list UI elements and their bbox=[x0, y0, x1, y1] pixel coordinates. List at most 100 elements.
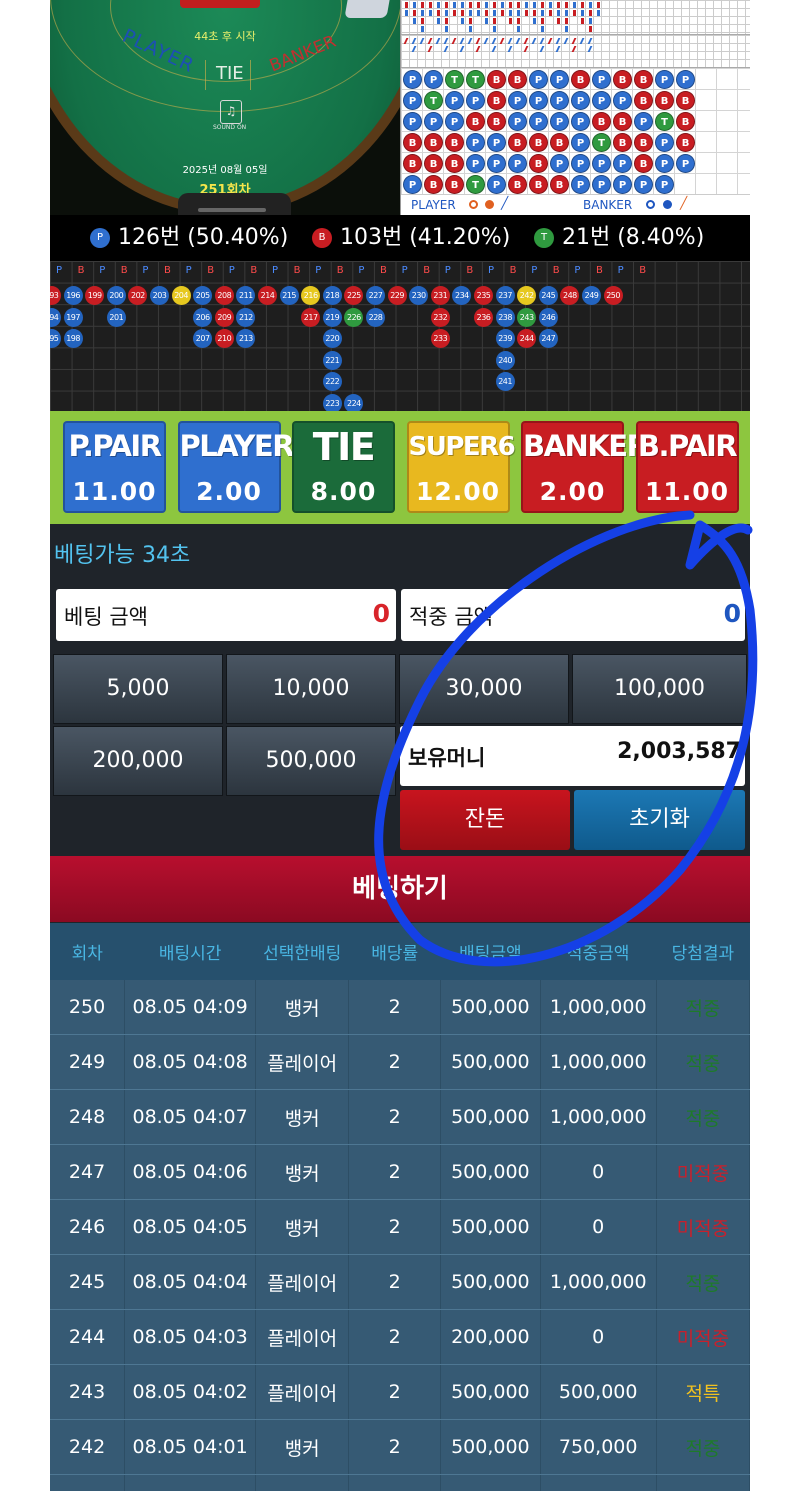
history-header-b: B bbox=[77, 265, 85, 276]
stat-player-text: 126번 (50.40%) bbox=[118, 225, 289, 250]
stat-tie-text: 21번 (8.40%) bbox=[562, 225, 705, 250]
history-round-cell: 201 bbox=[106, 307, 126, 327]
history-round-cell: 207 bbox=[193, 329, 213, 349]
cell-bet: 200,000 bbox=[440, 1309, 541, 1365]
history-round-cell: 200 bbox=[106, 286, 126, 305]
history-header-b: B bbox=[466, 265, 474, 276]
legend-banker-ring-icon bbox=[646, 200, 655, 209]
road-mark bbox=[509, 10, 512, 16]
bead-p: P bbox=[403, 70, 422, 89]
bet-tie-button[interactable]: TIE 8.00 bbox=[292, 421, 395, 513]
win-amount-label: 적중 금액 bbox=[409, 605, 493, 629]
reset-button[interactable]: 초기화 bbox=[574, 790, 745, 850]
road-mark bbox=[549, 2, 552, 8]
felt-divider bbox=[250, 60, 251, 90]
bead-p: P bbox=[571, 112, 590, 131]
history-round-cell: 215 bbox=[279, 286, 299, 305]
road-mark bbox=[437, 18, 440, 24]
bet-name: B.PAIR bbox=[637, 429, 738, 463]
road-mark bbox=[589, 18, 592, 24]
road-mark bbox=[485, 18, 488, 24]
cell-round: 249 bbox=[50, 1034, 126, 1090]
road-mark bbox=[541, 18, 544, 24]
cell-round: 246 bbox=[50, 1199, 126, 1255]
road-mark bbox=[493, 26, 496, 32]
change-button[interactable]: 잔돈 bbox=[400, 790, 570, 850]
road-mark bbox=[413, 10, 416, 16]
balance-value: 2,003,587 bbox=[617, 739, 741, 764]
table-header-row: 회차 배팅시간 선택한배팅 배당률 배팅금액 적중금액 당첨결과 bbox=[50, 923, 750, 980]
road-mark bbox=[571, 46, 577, 52]
chip-500000-button[interactable]: 500,000 bbox=[226, 726, 396, 796]
history-header-b: B bbox=[423, 265, 431, 276]
cell-win: 750,000 bbox=[540, 1419, 657, 1475]
bead-p: P bbox=[445, 112, 464, 131]
history-round-cell: 243 bbox=[517, 307, 537, 327]
history-header-b: B bbox=[509, 265, 517, 276]
table-date: 2025년 08월 05일 bbox=[182, 165, 268, 176]
bet-super6-button[interactable]: SUPER6 12.00 bbox=[406, 421, 516, 513]
bet-b-pair-button[interactable]: B.PAIR 11.00 bbox=[635, 421, 739, 513]
road-mark bbox=[493, 2, 496, 8]
bead-road: PPTTBBPPBPBBPPPTPPBPPPPPPBBBPPPBBPPPPBBP… bbox=[401, 68, 750, 194]
bead-t: T bbox=[445, 70, 464, 89]
cell-bet: 500,000 bbox=[440, 1199, 541, 1255]
bead-b: B bbox=[424, 133, 443, 152]
road-mark bbox=[573, 2, 576, 8]
cell-pick: 플레이어 bbox=[255, 1309, 350, 1365]
bet-options: P.PAIR 11.00 PLAYER 2.00 TIE 8.00 SUPER6 12.00 B… bbox=[50, 411, 750, 524]
history-round-cell: 248 bbox=[560, 286, 580, 305]
road-mark bbox=[485, 10, 488, 16]
bet-odds: 12.00 bbox=[415, 477, 501, 506]
sound-icon[interactable]: ♫ bbox=[220, 100, 242, 124]
history-round-cell: 228 bbox=[366, 307, 385, 327]
chip-100000-button[interactable]: 100,000 bbox=[572, 654, 747, 724]
chip-10000-button[interactable]: 10,000 bbox=[226, 654, 396, 724]
round-countdown: 44초 후 시작 bbox=[194, 30, 256, 43]
chip-200000-button[interactable]: 200,000 bbox=[53, 726, 223, 796]
road-mark bbox=[477, 2, 480, 8]
chip-5000-button[interactable]: 5,000 bbox=[53, 654, 223, 724]
history-round-cell: 195 bbox=[50, 329, 61, 349]
chip-30000-button[interactable]: 30,000 bbox=[399, 654, 569, 724]
road-mark bbox=[555, 46, 561, 52]
place-bet-button[interactable]: 베팅하기 bbox=[50, 856, 750, 922]
road-mark bbox=[411, 38, 417, 44]
history-round-cell: 236 bbox=[474, 307, 493, 327]
legend-player-line-icon: ╱ bbox=[501, 196, 509, 210]
bead-b: B bbox=[529, 154, 548, 173]
cell-result: 적중 bbox=[656, 1254, 750, 1310]
bet-player-button[interactable]: PLAYER 2.00 bbox=[177, 421, 295, 513]
road-mark bbox=[469, 2, 472, 8]
road-mark bbox=[411, 46, 417, 52]
banker-dot-icon: B bbox=[312, 228, 332, 248]
bead-p: P bbox=[613, 175, 632, 194]
column-header: 배팅시간 bbox=[124, 923, 256, 980]
history-round-cell: 216 bbox=[301, 286, 321, 305]
stat-player: P 126번 (50.40%) bbox=[90, 223, 288, 253]
cell-pick: 뱅커 bbox=[255, 1474, 350, 1491]
cell-round: 242 bbox=[50, 1419, 126, 1475]
cell-bet: 500,000 bbox=[440, 1419, 541, 1475]
history-header-b: B bbox=[380, 265, 387, 276]
road-mark bbox=[539, 46, 545, 52]
bead-b: B bbox=[508, 175, 527, 194]
cell-win: 1,000,000 bbox=[540, 1034, 657, 1090]
bet-p-pair-button[interactable]: P.PAIR 11.00 bbox=[63, 421, 166, 513]
history-round-cell: 233 bbox=[430, 329, 450, 349]
road-mark bbox=[515, 38, 521, 44]
road-mark bbox=[421, 10, 424, 16]
history-round-cell: 219 bbox=[322, 307, 342, 327]
cell-win: 0 bbox=[540, 1309, 657, 1365]
bead-b: B bbox=[613, 133, 632, 152]
bead-b: B bbox=[550, 175, 569, 194]
history-header-b: B bbox=[164, 265, 171, 276]
cell-round: 241 bbox=[50, 1474, 126, 1491]
bead-b: B bbox=[634, 91, 653, 110]
bet-banker-button[interactable]: BANKER 2.00 bbox=[521, 421, 649, 513]
cell-pick: 뱅커 bbox=[255, 1199, 350, 1255]
history-round-cell: 224 bbox=[344, 394, 364, 411]
dealer-indicator bbox=[198, 208, 266, 212]
cell-bet: 500,000 bbox=[440, 980, 541, 1035]
road-mark bbox=[453, 10, 456, 16]
